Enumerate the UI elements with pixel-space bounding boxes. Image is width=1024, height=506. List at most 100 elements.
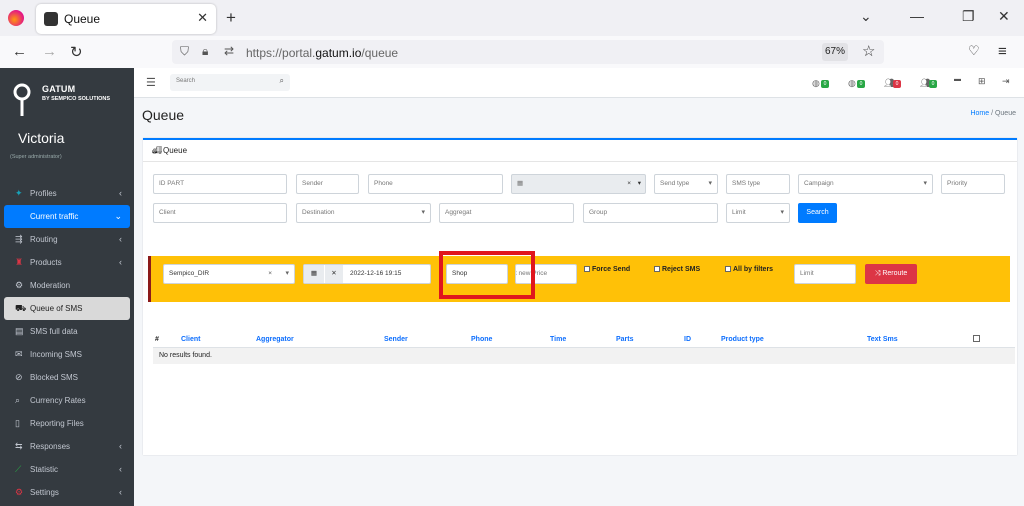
col-id[interactable]: ID	[684, 336, 691, 343]
sidebar-item-current-traffic[interactable]: Current traffic ⌄	[4, 205, 130, 228]
col-client[interactable]: Client	[181, 336, 200, 343]
hamburger-icon[interactable]: ☰	[146, 76, 156, 89]
permissions-icon[interactable]: ⇄	[224, 44, 234, 58]
col-aggregator[interactable]: Aggregator	[256, 336, 294, 343]
window-close-icon[interactable]: ✕	[998, 8, 1010, 25]
send-type-select[interactable]: Send type	[654, 174, 718, 194]
campaign-select[interactable]: Campaign	[798, 174, 933, 194]
sidebar-item-queue-of-sms[interactable]: ⛟ Queue of SMS	[4, 297, 130, 320]
phone-input[interactable]: Phone	[368, 174, 503, 194]
col-index: #	[155, 336, 159, 343]
empty-message: No results found.	[159, 352, 212, 359]
search-icon[interactable]: ⌕	[280, 76, 284, 86]
restore-icon[interactable]: ❐	[962, 8, 975, 25]
col-phone[interactable]: Phone	[471, 336, 492, 343]
tab-list-chevron-icon[interactable]: ⌄	[860, 8, 872, 25]
breadcrumb: Home / Queue	[970, 110, 1016, 117]
highlight-box	[439, 251, 535, 299]
users-ok-badge[interactable]: 👥︎ 0	[920, 77, 938, 89]
sidebar-menu: ✦ Profiles ‹ Current traffic ⌄ ⇶ Routing ‹ ♜ Prod…	[4, 182, 130, 504]
clear-aggregator-icon[interactable]: ×	[268, 265, 272, 283]
lock-icon[interactable]: 🔒︎	[202, 44, 208, 59]
limit-select[interactable]: Limit	[726, 203, 790, 223]
url-text[interactable]: https://portal.gatum.io/queue	[246, 46, 398, 60]
address-bar[interactable]: ⛉ 🔒︎ ⇄ https://portal.gatum.io/queue 67%…	[172, 40, 884, 64]
breadcrumb-home-link[interactable]: Home	[970, 110, 989, 117]
pocket-icon[interactable]: ♡	[968, 43, 980, 59]
back-arrow-icon[interactable]: ←	[12, 43, 27, 60]
shield-icon[interactable]: ⛉	[180, 44, 189, 59]
client-input[interactable]: Client	[153, 203, 287, 223]
sidebar-item-blocked-sms[interactable]: ⊘ Blocked SMS	[4, 366, 130, 389]
all-by-filters-checkbox[interactable]: All by filters	[725, 266, 773, 273]
sidebar-item-statistic[interactable]: ⟋ Statistic ‹	[4, 458, 130, 481]
col-text-sms[interactable]: Text Sms	[867, 336, 898, 343]
firefox-menu-icon[interactable]	[8, 10, 24, 26]
group-input[interactable]: Group	[583, 203, 718, 223]
sidebar-item-reporting-files[interactable]: ▯ Reporting Files	[4, 412, 130, 435]
id-part-input[interactable]: ID PART	[153, 174, 287, 194]
sidebar-item-incoming-sms[interactable]: ✉ Incoming SMS	[4, 343, 130, 366]
app-menu-icon[interactable]: ≡	[998, 43, 1007, 60]
users-alert-badge[interactable]: 👥︎ 0	[884, 77, 902, 89]
sidebar-item-currency-rates[interactable]: ⌕ Currency Rates	[4, 389, 130, 412]
col-sender[interactable]: Sender	[384, 336, 408, 343]
sidebar-item-label: SMS full data	[30, 327, 78, 336]
sidebar-item-sms-full-data[interactable]: ▤ SMS full data	[4, 320, 130, 343]
clear-datetime-icon[interactable]: ✕	[325, 265, 343, 283]
new-tab-icon[interactable]: +	[226, 8, 236, 28]
reroute-button[interactable]: ⤨ Reroute	[865, 264, 917, 284]
force-send-checkbox[interactable]: Force Send	[584, 266, 630, 273]
sidebar-item-moderation[interactable]: ⚙ Moderation	[4, 274, 130, 297]
tab-close-icon[interactable]: ✕	[197, 10, 208, 26]
reload-icon[interactable]: ↻	[70, 43, 83, 61]
sidebar: GATUM BY SEMPICO SOLUTIONS Victoria (Sup…	[0, 68, 134, 506]
routing-icon: ⇶	[15, 234, 23, 244]
sms-type-input[interactable]: SMS type	[726, 174, 790, 194]
sidebar-item-products[interactable]: ♜ Products ‹	[4, 251, 130, 274]
search-input[interactable]: Search ⌕	[170, 74, 290, 91]
reject-sms-checkbox[interactable]: Reject SMS	[654, 266, 700, 273]
bookmark-star-icon[interactable]: ☆	[862, 42, 875, 60]
sender-input[interactable]: Sender	[296, 174, 359, 194]
sent-badge[interactable]: ◍ 0	[848, 77, 866, 89]
browser-tab[interactable]: Queue ✕	[36, 4, 216, 34]
sms-queue-icon: ◍	[812, 78, 820, 88]
clear-date-icon[interactable]: ×	[627, 175, 631, 193]
date-range-input[interactable]: ▦ × ▾	[511, 174, 646, 194]
col-time[interactable]: Time	[550, 336, 566, 343]
top-navbar: ☰ Search ⌕ ◍ 0 ◍ 0 👥︎ 0 👥︎ 0 ▬ ⊞ ⇥	[134, 68, 1024, 98]
col-parts[interactable]: Parts	[616, 336, 634, 343]
fullscreen-icon[interactable]: ⊞	[978, 76, 986, 87]
destination-select[interactable]: Destination	[296, 203, 431, 223]
col-product-type[interactable]: Product type	[721, 336, 764, 343]
aggregat-input[interactable]: Aggregat	[439, 203, 574, 223]
tab-title: Queue	[64, 12, 101, 26]
calendar-icon: ▦	[517, 180, 524, 187]
minimize-icon[interactable]: —	[910, 8, 924, 24]
flag-us-icon[interactable]: ▬	[954, 76, 961, 83]
truck-icon: 🚚︎	[152, 146, 163, 155]
reroute-limit-input[interactable]: Limit	[794, 264, 856, 284]
user-name[interactable]: Victoria	[18, 130, 64, 146]
select-all-checkbox[interactable]	[973, 335, 980, 342]
date-dropdown-icon[interactable]: ▾	[638, 175, 641, 193]
sidebar-item-settings[interactable]: ⚙ Settings ‹	[4, 481, 130, 504]
queue-card: 🚚︎ Queue ID PART Sender Phone ▦ × ▾ Send…	[143, 138, 1017, 455]
search-button[interactable]: Search	[798, 203, 837, 223]
datetime-input[interactable]: ▦ ✕ 2022-12-16 19:15	[303, 264, 431, 284]
sidebar-item-responses[interactable]: ⇆ Responses ‹	[4, 435, 130, 458]
forward-arrow-icon[interactable]: →	[42, 43, 57, 60]
sms-data-icon: ▤	[15, 326, 24, 336]
priority-input[interactable]: Priority	[941, 174, 1005, 194]
sidebar-item-profiles[interactable]: ✦ Profiles ‹	[4, 182, 130, 205]
aggregator-select[interactable]: Sempico_DIR ×	[163, 264, 295, 284]
zoom-level[interactable]: 67%	[822, 43, 848, 61]
sidebar-item-label: Settings	[30, 488, 59, 497]
logout-icon[interactable]: ⇥	[1002, 76, 1010, 87]
datetime-value: 2022-12-16 19:15	[350, 270, 402, 277]
page-title: Queue	[142, 107, 185, 123]
queue-badge[interactable]: ◍ 0	[812, 77, 830, 89]
sidebar-item-routing[interactable]: ⇶ Routing ‹	[4, 228, 130, 251]
sidebar-item-label: Statistic	[30, 465, 59, 474]
